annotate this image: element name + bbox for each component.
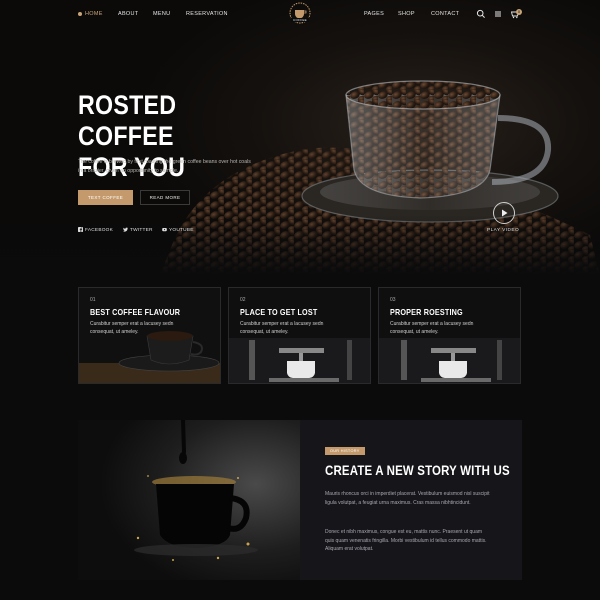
story-paragraph: Donec et nibh maximus, congue est eu, ma… xyxy=(325,529,487,552)
play-video-label: PLAY VIDEO xyxy=(487,228,520,233)
social-link-facebook[interactable]: FACEBOOK xyxy=(78,227,113,233)
coffee-cup-image xyxy=(79,288,220,383)
social-link-youtube[interactable]: YOUTUBE xyxy=(162,227,194,233)
play-video-button[interactable] xyxy=(493,202,515,224)
hero-fade xyxy=(0,215,600,275)
espresso-machine-image xyxy=(379,288,520,383)
facebook-icon xyxy=(78,227,83,232)
nav-item-shop[interactable]: SHOP xyxy=(398,11,415,17)
logo-text: COFFEE xyxy=(293,18,307,22)
feature-description: Curabitur semper erat a lacusey sedn con… xyxy=(240,321,324,335)
feature-description: Curabitur semper erat a lacusey sedn con… xyxy=(390,321,474,335)
espresso-machine-image xyxy=(229,288,370,383)
feature-title: BEST COFFEE FLAVOUR xyxy=(90,307,181,317)
hero-title-line1: ROSTED COFFEE xyxy=(78,90,177,151)
top-navigation: HOME ABOUT MENU RESERVATION COFFEE PAGES… xyxy=(0,0,600,30)
active-dot-icon xyxy=(78,11,82,16)
nav-item-about[interactable]: ABOUT xyxy=(118,11,138,17)
history-badge: OUR HISTORY xyxy=(325,447,365,455)
social-label: YOUTUBE xyxy=(169,228,194,233)
read-more-button[interactable]: READ MORE xyxy=(140,190,190,205)
feature-title: PROPER ROESTING xyxy=(390,307,463,317)
search-icon[interactable] xyxy=(476,9,486,19)
feature-description: Curabitur semper erat a lacusey sedn con… xyxy=(90,321,174,335)
menu-icon[interactable] xyxy=(493,9,503,19)
social-link-twitter[interactable]: TWITTER xyxy=(123,227,153,233)
story-panel: OUR HISTORY CREATE A NEW STORY WITH US M… xyxy=(300,420,522,580)
text-coffee-button[interactable]: TEXT COFFEE xyxy=(78,190,133,205)
feature-card[interactable]: 03 PROPER ROESTING Curabitur semper erat… xyxy=(378,287,521,384)
social-label: TWITTER xyxy=(130,228,153,233)
story-paragraph: Mauris rhoncus orci in imperdiet placera… xyxy=(325,491,490,506)
feature-card[interactable]: 02 PLACE TO GET LOST Curabitur semper er… xyxy=(228,287,371,384)
youtube-icon xyxy=(162,228,167,232)
twitter-icon xyxy=(123,227,128,232)
feature-number: 03 xyxy=(390,297,396,303)
cart-count-badge: 0 xyxy=(516,9,522,15)
social-label: FACEBOOK xyxy=(85,228,113,233)
nav-item-pages[interactable]: PAGES xyxy=(364,11,384,17)
nav-item-reservation[interactable]: RESERVATION xyxy=(186,11,228,17)
feature-card[interactable]: 01 BEST COFFEE FLAVOUR Curabitur semper … xyxy=(78,287,221,384)
feature-title: PLACE TO GET LOST xyxy=(240,307,318,317)
nav-item-contact[interactable]: CONTACT xyxy=(431,11,459,17)
feature-number: 02 xyxy=(240,297,246,303)
play-icon xyxy=(502,209,508,217)
nav-label: HOME xyxy=(85,11,103,17)
hero-description: The coffee is brewed by first roasting t… xyxy=(78,159,251,174)
nav-item-menu[interactable]: MENU xyxy=(153,11,170,17)
coffee-logo[interactable]: COFFEE xyxy=(285,1,315,27)
story-title: CREATE A NEW STORY WITH US xyxy=(325,462,510,478)
nav-item-home[interactable]: HOME xyxy=(78,11,103,17)
feature-number: 01 xyxy=(90,297,96,303)
coffee-pour-illustration xyxy=(78,420,300,580)
coffee-pour-image xyxy=(78,420,300,580)
